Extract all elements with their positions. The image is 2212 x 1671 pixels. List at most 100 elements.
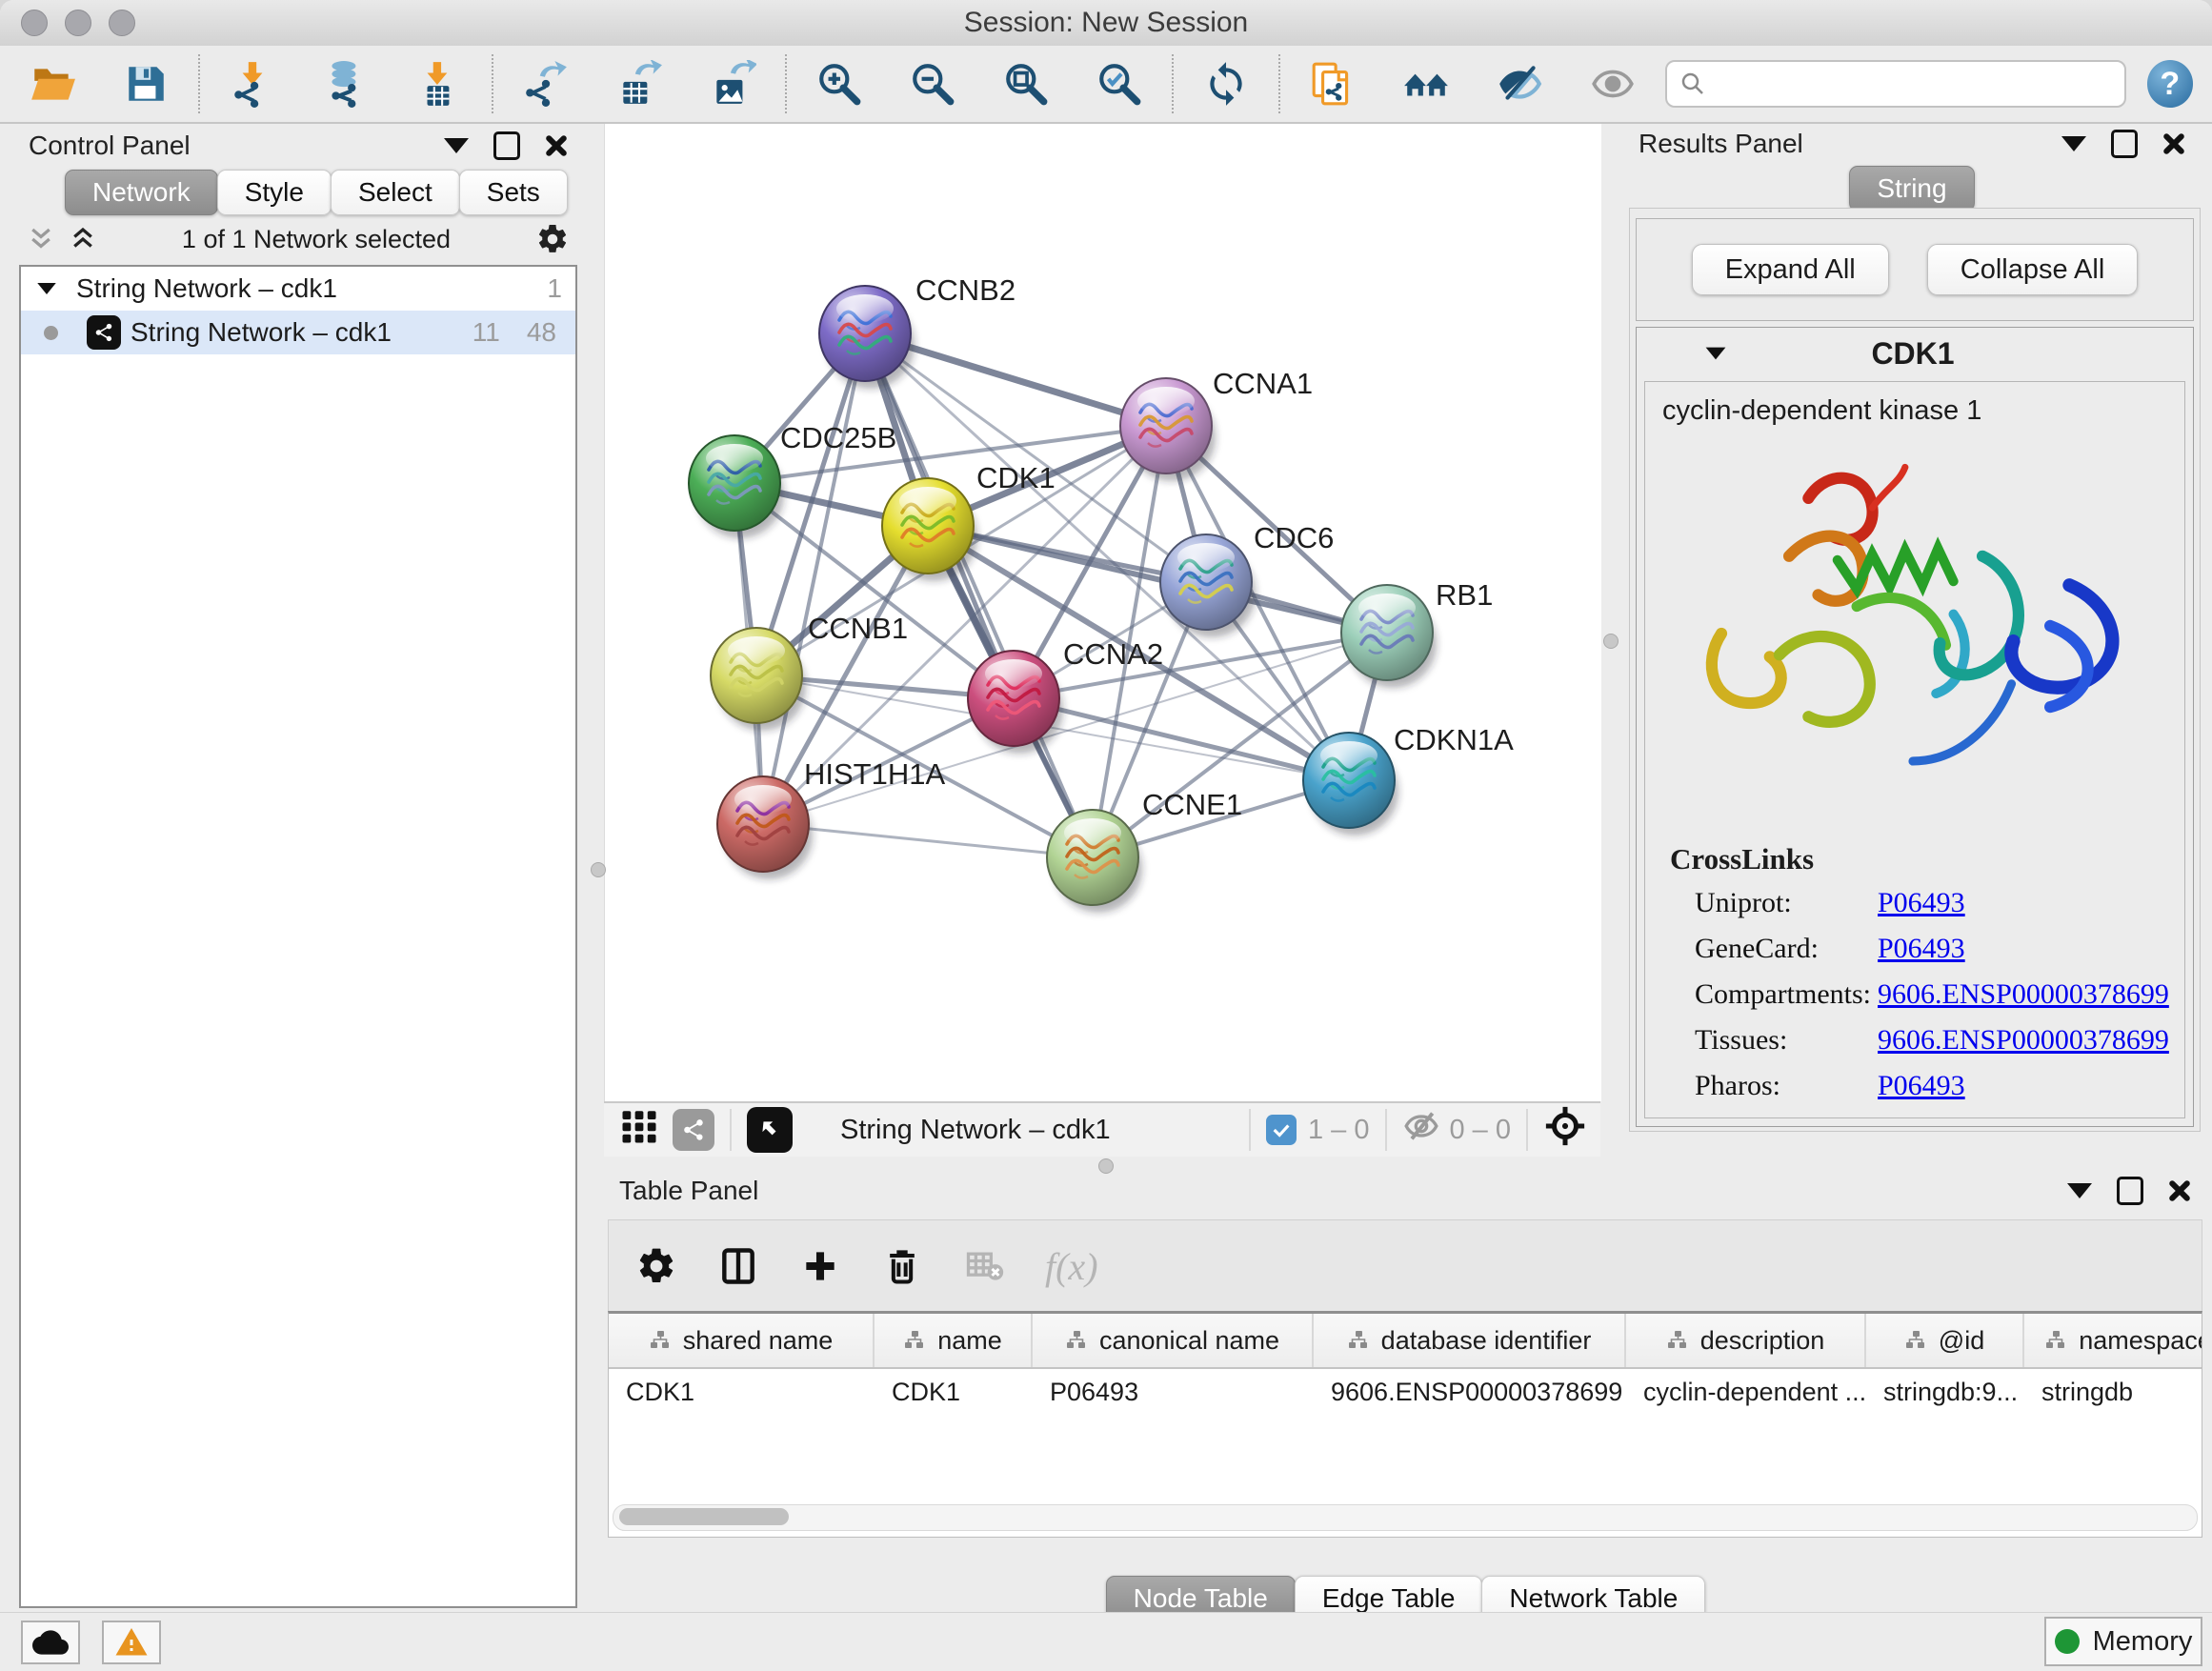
table-cell[interactable]: 9606.ENSP00000378699 (1314, 1378, 1626, 1407)
string-results-container: Expand All Collapse All CDK1 cyclin-depe… (1629, 208, 2201, 1132)
float-panel-icon[interactable] (2111, 130, 2138, 158)
column-header-description[interactable]: description (1626, 1314, 1866, 1367)
hide-panel-eye-button[interactable] (1494, 54, 1545, 113)
network-node-CCNB1[interactable]: CCNB1 (711, 612, 908, 731)
network-node-HIST1H1A[interactable]: HIST1H1A (717, 757, 945, 879)
table-cell[interactable]: P06493 (1033, 1378, 1314, 1407)
panel-menu-icon[interactable] (2061, 136, 2086, 151)
expand-all-icon[interactable] (69, 225, 97, 253)
close-panel-icon[interactable] (2162, 132, 2185, 155)
network-node-CDK1[interactable]: CDK1 (882, 461, 1056, 581)
collapse-all-icon[interactable] (27, 225, 55, 253)
warnings-button[interactable] (102, 1621, 161, 1664)
copy-documents-button[interactable] (1307, 54, 1358, 113)
tab-style[interactable]: Style (217, 170, 332, 215)
close-panel-icon[interactable] (2168, 1179, 2191, 1202)
show-eye-button[interactable] (1587, 54, 1639, 113)
cloud-button[interactable] (21, 1621, 80, 1664)
crosslink-link-uniprot[interactable]: P06493 (1878, 887, 1965, 919)
panel-menu-icon[interactable] (2067, 1183, 2092, 1198)
select-columns-icon[interactable] (717, 1245, 759, 1287)
crosslink-row: Compartments:9606.ENSP00000378699 (1645, 972, 2184, 1017)
expander-icon[interactable] (1706, 348, 1726, 360)
crosslink-link-compartments[interactable]: 9606.ENSP00000378699 (1878, 978, 2169, 1011)
statusbar-separator (730, 1109, 732, 1151)
network-node-CCNE1[interactable]: CCNE1 (1047, 788, 1242, 913)
column-header-name[interactable]: name (875, 1314, 1033, 1367)
scrollbar-thumb[interactable] (619, 1508, 789, 1525)
column-header-sharedname[interactable]: shared name (609, 1314, 875, 1367)
collection-count: 1 (547, 273, 562, 304)
close-panel-icon[interactable] (545, 134, 568, 157)
horizontal-scrollbar[interactable] (613, 1504, 2198, 1531)
network-collection-row[interactable]: String Network – cdk1 1 (21, 267, 575, 311)
delete-column-icon[interactable] (881, 1245, 923, 1287)
network-view-icon[interactable] (673, 1109, 714, 1151)
float-panel-icon[interactable] (2117, 1177, 2143, 1205)
import-network-database-button[interactable] (320, 54, 372, 113)
control-panel-title: Control Panel (29, 131, 191, 161)
zoom-selected-button[interactable] (1094, 54, 1145, 113)
export-image-button[interactable] (707, 54, 758, 113)
save-session-button[interactable] (120, 54, 171, 113)
import-network-file-button[interactable] (227, 54, 278, 113)
apply-layout-button[interactable] (1200, 54, 1252, 113)
tab-string[interactable]: String (1849, 166, 1974, 211)
tab-select[interactable]: Select (331, 170, 460, 215)
network-node-RB1[interactable]: RB1 (1341, 578, 1493, 688)
export-table-button[interactable] (613, 54, 665, 113)
table-cell[interactable]: stringdb:9... (1866, 1378, 2024, 1407)
open-session-button[interactable] (27, 54, 78, 113)
column-header-canonicalname[interactable]: canonical name (1033, 1314, 1314, 1367)
network-node-CDKN1A[interactable]: CDKN1A (1303, 723, 1514, 836)
houses-button[interactable] (1400, 54, 1452, 113)
expander-icon[interactable] (37, 283, 56, 294)
right-splitter-handle[interactable] (1603, 634, 1619, 649)
help-button[interactable]: ? (2147, 60, 2193, 108)
expand-all-button[interactable]: Expand All (1692, 244, 1889, 295)
tab-network[interactable]: Network (65, 170, 218, 215)
node-count: 11 (473, 317, 500, 348)
panel-menu-icon[interactable] (444, 138, 469, 153)
export-network-button[interactable] (520, 54, 572, 113)
entry-name: CDK1 (1728, 336, 2098, 372)
table-cell[interactable]: stringdb (2024, 1378, 2202, 1407)
birds-eye-view-icon[interactable] (747, 1107, 793, 1153)
crosslink-link-pharos[interactable]: P06493 (1878, 1070, 1965, 1102)
search-input[interactable] (1707, 69, 2113, 100)
zoom-fit-button[interactable] (1000, 54, 1052, 113)
crosslink-link-genecard[interactable]: P06493 (1878, 933, 1965, 965)
column-header-databaseidentifier[interactable]: database identifier (1314, 1314, 1626, 1367)
table-cell[interactable]: CDK1 (609, 1378, 875, 1407)
network-node-CDC6[interactable]: CDC6 (1160, 521, 1334, 637)
table-row[interactable]: CDK1CDK1P064939606.ENSP00000378699cyclin… (609, 1369, 2202, 1415)
table-cell[interactable]: CDK1 (875, 1378, 1033, 1407)
network-node-CDC25B[interactable]: CDC25B (689, 421, 896, 538)
column-header-namespace[interactable]: namespace (2024, 1314, 2202, 1367)
zoom-out-button[interactable] (907, 54, 958, 113)
float-panel-icon[interactable] (493, 131, 520, 160)
gear-icon[interactable] (535, 222, 570, 256)
column-header-id[interactable]: @id (1866, 1314, 2024, 1367)
table-gear-icon[interactable] (635, 1245, 677, 1287)
hidden-eye-icon[interactable] (1402, 1107, 1440, 1153)
import-table-button[interactable] (413, 54, 465, 113)
crosslink-link-tissues[interactable]: 9606.ENSP00000378699 (1878, 1024, 2169, 1057)
entry-header[interactable]: CDK1 (1637, 328, 2193, 379)
network-node-CCNA2[interactable]: CCNA2 (968, 637, 1163, 754)
network-node-CCNA1[interactable]: CCNA1 (1120, 367, 1313, 481)
zoom-in-button[interactable] (814, 54, 865, 113)
table-cell[interactable]: cyclin-dependent ... (1626, 1378, 1866, 1407)
add-column-icon[interactable] (799, 1245, 841, 1287)
network-row[interactable]: String Network – cdk1 11 48 (21, 311, 575, 354)
left-splitter-handle[interactable] (591, 862, 606, 877)
statusbar-separator (1385, 1109, 1387, 1151)
selected-checkbox-icon[interactable] (1266, 1115, 1297, 1145)
tab-sets[interactable]: Sets (459, 170, 568, 215)
grid-view-icon[interactable] (619, 1106, 659, 1154)
fit-crosshair-icon[interactable] (1543, 1104, 1587, 1156)
collapse-all-button[interactable]: Collapse All (1927, 244, 2139, 295)
memory-button[interactable]: Memory (2044, 1617, 2202, 1666)
network-canvas[interactable]: CCNB2CCNA1CDC25BCDK1CDC6RB1CCNB1CCNA2CDK… (604, 124, 1601, 1101)
network-tree: String Network – cdk1 1 String Network –… (19, 265, 577, 1608)
